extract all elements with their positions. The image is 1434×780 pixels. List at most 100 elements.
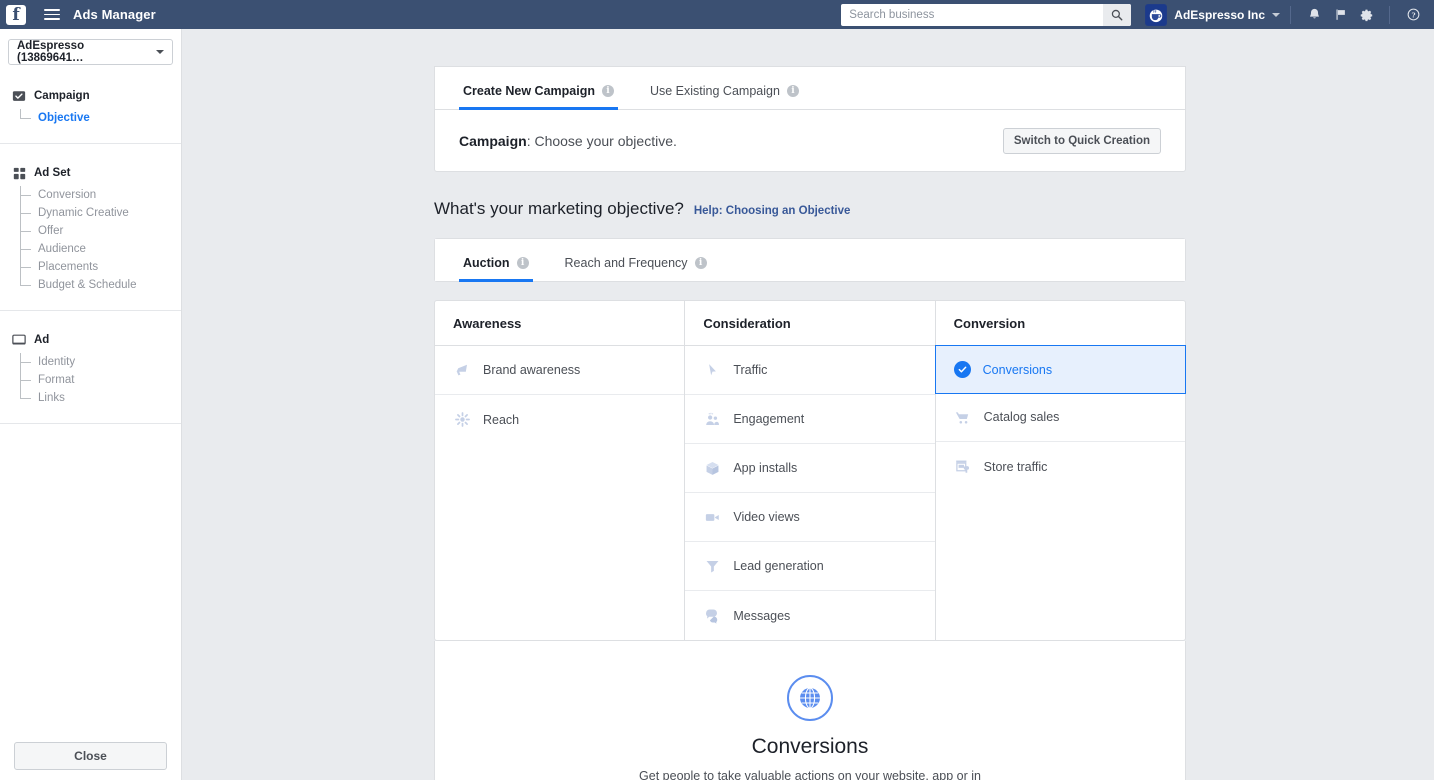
info-icon[interactable]: i (786, 85, 799, 97)
globe-glyph (800, 687, 820, 709)
sidebar-sublist-adset: Conversion Dynamic Creative Offer Audien… (0, 186, 181, 294)
objective-store-traffic[interactable]: Store traffic (936, 442, 1185, 491)
chevron-down-icon (1272, 12, 1280, 17)
tab-label: Create New Campaign (463, 84, 595, 98)
objective-label: Store traffic (983, 459, 1048, 474)
tab-auction[interactable]: Auction i (459, 256, 533, 282)
sidebar: AdEspresso (13869641… Campaign Objective (0, 29, 182, 780)
campaign-card-body: Campaign: Choose your objective. Switch … (435, 110, 1185, 171)
sidebar-header-campaign[interactable]: Campaign (0, 89, 181, 103)
objective-column-conversion: Conversion Conversions Catalog sales Sto… (934, 301, 1186, 640)
choosing-objective-help-link[interactable]: Help: Choosing an Objective (694, 205, 851, 217)
hamburger-menu-icon[interactable] (44, 9, 60, 20)
help-icon: ? (1407, 8, 1419, 21)
sidebar-item-links[interactable]: Links (20, 389, 181, 407)
campaign-tabs: Create New Campaign i Use Existing Campa… (435, 67, 1185, 110)
objective-question: What's your marketing objective? (434, 199, 684, 218)
box-icon (703, 459, 721, 477)
sidebar-footer: Close (0, 742, 181, 780)
sidebar-item-dynamic-creative[interactable]: Dynamic Creative (20, 204, 181, 222)
objective-label: Messages (733, 608, 791, 623)
account-selector-wrapper: AdEspresso (13869641… (0, 29, 181, 75)
objective-heading-row: What's your marketing objective? Help: C… (434, 199, 1186, 219)
objective-catalog-sales[interactable]: Catalog sales (935, 393, 1185, 442)
sidebar-item-format[interactable]: Format (20, 371, 181, 389)
sidebar-label: Ad Set (34, 167, 71, 179)
topbar-right-cluster: AdEspresso Inc ? (841, 0, 1434, 29)
facebook-logo-icon[interactable]: f (6, 4, 26, 25)
flag-icon (1336, 9, 1345, 20)
settings-button[interactable] (1353, 0, 1379, 29)
gear-icon (1360, 9, 1373, 21)
column-header-conversion: Conversion (935, 301, 1185, 346)
sidebar-sublist-campaign: Objective (0, 109, 181, 127)
sidebar-sublist-ad: Identity Format Links (0, 353, 181, 407)
objective-label: Video views (733, 510, 800, 524)
account-name: AdEspresso Inc (1174, 7, 1265, 22)
tab-label: Use Existing Campaign (649, 84, 780, 98)
chat-bubbles-icon (703, 607, 721, 625)
objective-messages[interactable]: Messages (685, 591, 934, 640)
bell-icon (1309, 8, 1319, 19)
info-icon[interactable]: i (516, 257, 529, 269)
sidebar-item-audience[interactable]: Audience (20, 240, 181, 258)
sidebar-item-offer[interactable]: Offer (20, 222, 181, 240)
coffee-cup-avatar (1145, 3, 1168, 26)
objective-brand-awareness[interactable]: Brand awareness (435, 346, 685, 395)
pages-flag-button[interactable] (1327, 0, 1353, 29)
info-icon[interactable]: i (601, 85, 614, 97)
campaign-instruction: Campaign: Choose your objective. (459, 133, 677, 149)
switch-to-quick-creation-button[interactable]: Switch to Quick Creation (1002, 127, 1161, 154)
page-body: AdEspresso (13869641… Campaign Objective (0, 29, 1434, 780)
chevron-down-icon (156, 50, 164, 54)
campaign-label: Campaign (459, 132, 527, 149)
objective-detail-description: Get people to take valuable actions on y… (639, 769, 981, 780)
checkbox-glyph (12, 91, 26, 101)
tab-label: Reach and Frequency (564, 256, 688, 270)
ad-account-selector[interactable]: AdEspresso (13869641… (8, 39, 173, 65)
notifications-button[interactable] (1301, 0, 1327, 29)
campaign-instruction-rest: : Choose your objective. (526, 132, 677, 149)
sidebar-section-adset: Ad Set Conversion Dynamic Creative Offer… (0, 144, 181, 311)
svg-text:?: ? (1411, 11, 1415, 19)
objective-engagement[interactable]: Engagement (685, 395, 935, 444)
tab-label: Auction (463, 256, 510, 270)
ad-account-label: AdEspresso (13869641… (17, 40, 85, 64)
objective-label: Engagement (733, 412, 805, 426)
sidebar-header-ad[interactable]: Ad (0, 333, 181, 347)
tab-use-existing-campaign[interactable]: Use Existing Campaign i (646, 84, 803, 109)
close-button[interactable]: Close (14, 742, 167, 770)
sidebar-item-objective[interactable]: Objective (20, 109, 181, 127)
tab-create-new-campaign[interactable]: Create New Campaign i (459, 84, 618, 110)
tab-reach-and-frequency[interactable]: Reach and Frequency i (561, 256, 711, 281)
search-button[interactable] (1103, 3, 1132, 26)
avatar-image (1146, 4, 1167, 25)
objective-video-views[interactable]: Video views (685, 493, 935, 542)
objective-column-consideration: Consideration Traffic Engagement App ins… (684, 301, 935, 640)
column-header-awareness: Awareness (435, 301, 685, 346)
objective-app-installs[interactable]: App installs (685, 444, 935, 493)
objective-label: Reach (483, 412, 520, 427)
shopping-cart-icon (954, 408, 972, 426)
sidebar-item-budget-schedule[interactable]: Budget & Schedule (20, 276, 181, 294)
sidebar-item-placements[interactable]: Placements (20, 258, 181, 276)
objective-label: Lead generation (733, 559, 824, 573)
sidebar-section-ad: Ad Identity Format Links (0, 311, 181, 424)
info-icon[interactable]: i (694, 257, 707, 269)
objective-label: Traffic (733, 363, 768, 377)
search-input[interactable] (841, 3, 1104, 26)
help-button[interactable]: ? (1400, 0, 1426, 29)
objective-lead-generation[interactable]: Lead generation (685, 542, 935, 591)
search-box[interactable] (841, 3, 1132, 26)
objective-conversions[interactable]: Conversions (934, 345, 1186, 394)
objective-label: App installs (733, 461, 798, 475)
account-switcher[interactable]: AdEspresso Inc (1145, 3, 1280, 26)
globe-icon (787, 675, 833, 721)
sidebar-header-adset[interactable]: Ad Set (0, 166, 181, 180)
objective-traffic[interactable]: Traffic (685, 346, 935, 395)
sidebar-item-identity[interactable]: Identity (20, 353, 181, 371)
objective-label: Brand awareness (483, 363, 581, 377)
burst-icon (453, 411, 471, 429)
sidebar-item-conversion[interactable]: Conversion (20, 186, 181, 204)
objective-reach[interactable]: Reach (435, 395, 684, 444)
